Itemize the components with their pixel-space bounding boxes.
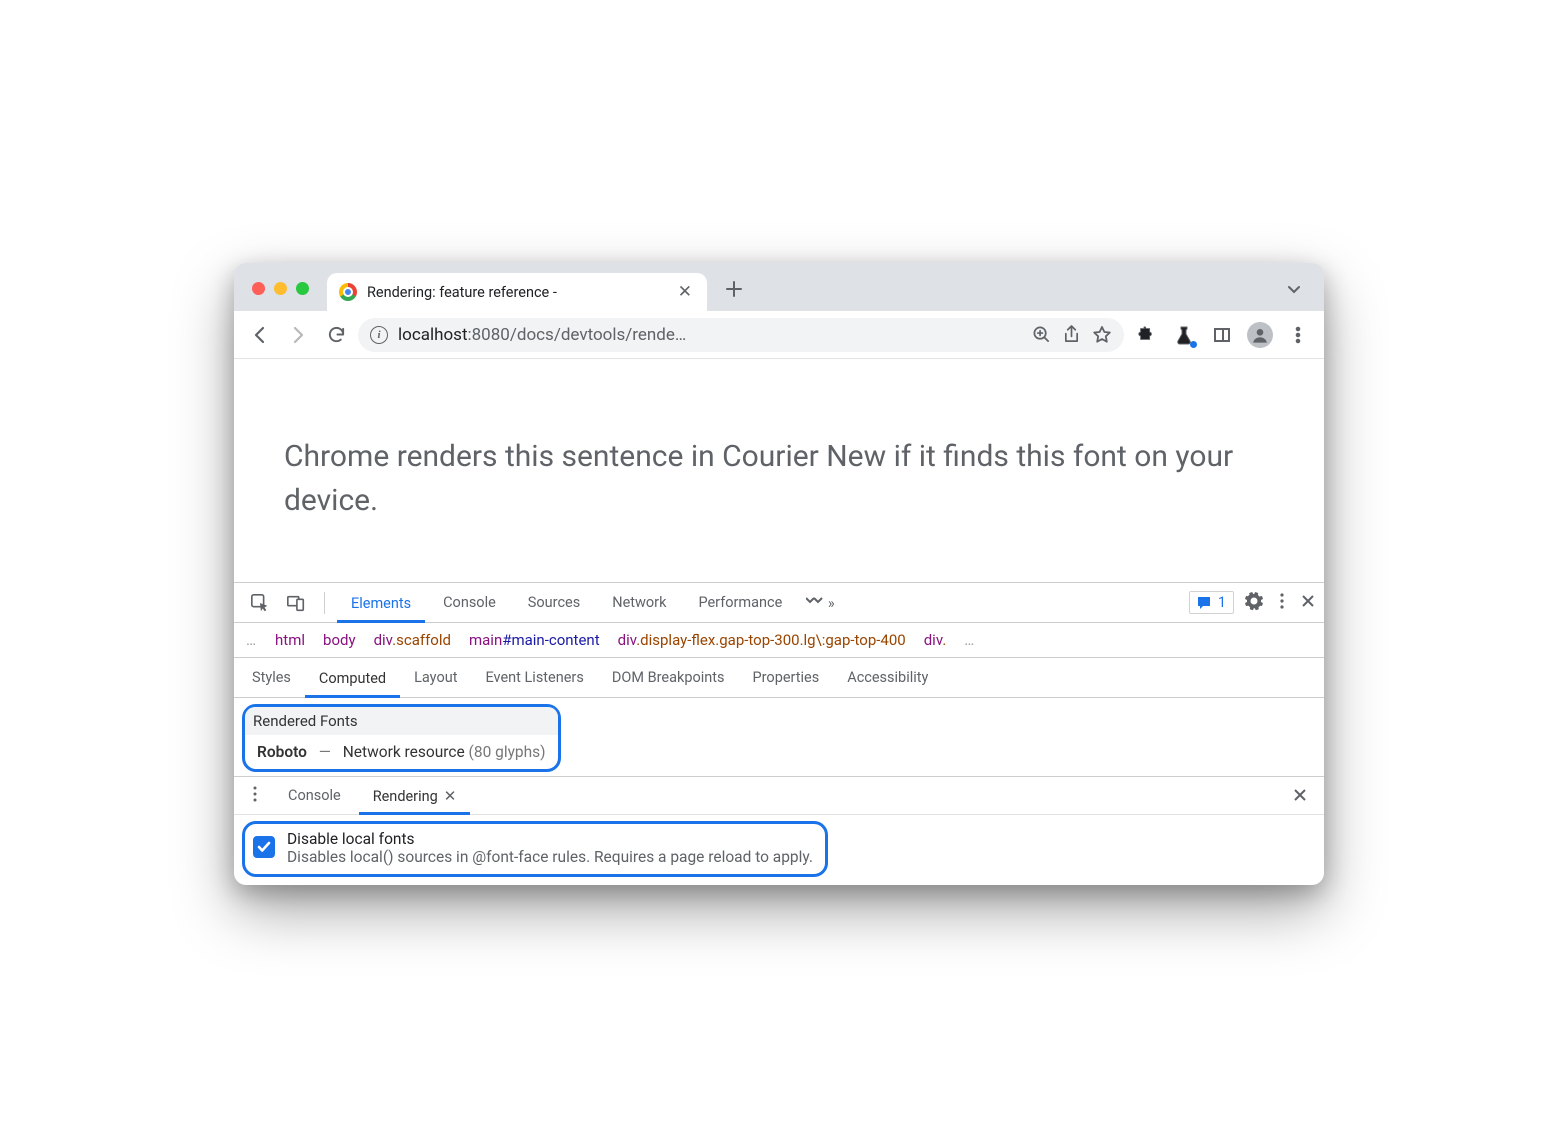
back-button[interactable] [244, 319, 276, 351]
subtab-styles[interactable]: Styles [238, 658, 305, 697]
chrome-favicon-icon [339, 283, 357, 301]
devtools-settings-button[interactable] [1244, 591, 1264, 615]
elements-breadcrumb[interactable]: … html body div.scaffold main#main-conte… [234, 623, 1324, 658]
tab-strip: Rendering: feature reference - ✕ [234, 263, 1324, 311]
option-description: Disables local() sources in @font-face r… [287, 848, 813, 866]
breadcrumb-item[interactable]: div. [924, 631, 947, 649]
browser-window: Rendering: feature reference - ✕ i local… [234, 263, 1324, 885]
disable-local-fonts-checkbox[interactable] [253, 836, 275, 858]
breadcrumb-item[interactable]: div.scaffold [374, 631, 451, 649]
page-viewport: Chrome renders this sentence in Courier … [234, 359, 1324, 582]
avatar-icon [1247, 322, 1273, 348]
subtab-properties[interactable]: Properties [739, 658, 834, 697]
devtools-tab-performance[interactable]: Performance [684, 583, 796, 622]
subtab-accessibility[interactable]: Accessibility [833, 658, 942, 697]
breadcrumb-item[interactable]: main#main-content [469, 631, 600, 649]
subtab-dom-breakpoints[interactable]: DOM Breakpoints [598, 658, 739, 697]
devtools-more-tabs-button[interactable]: » [800, 594, 840, 612]
demo-sentence: Chrome renders this sentence in Courier … [284, 435, 1274, 522]
bookmark-star-icon[interactable] [1092, 325, 1112, 345]
tab-close-button[interactable]: ✕ [675, 282, 695, 302]
profile-button[interactable] [1244, 319, 1276, 351]
maximize-window-button[interactable] [296, 282, 309, 295]
drawer-tabs: Console Rendering ✕ [234, 777, 1324, 815]
issues-count: 1 [1218, 594, 1226, 611]
devtools-tab-console[interactable]: Console [429, 583, 510, 622]
drawer-close-button[interactable] [1282, 784, 1318, 808]
devtools-toolbar: Elements Console Sources Network Perform… [234, 583, 1324, 623]
subtab-layout[interactable]: Layout [400, 658, 471, 697]
breadcrumb-ellipsis-icon[interactable]: … [246, 631, 257, 649]
devtools-panel: Elements Console Sources Network Perform… [234, 582, 1324, 877]
browser-toolbar: i localhost:8080/docs/devtools/rende… [234, 311, 1324, 359]
rendered-fonts-row: Roboto — Network resource (80 glyphs) [245, 735, 558, 769]
drawer-tab-rendering[interactable]: Rendering ✕ [359, 778, 471, 815]
option-title: Disable local fonts [287, 830, 813, 848]
device-toolbar-button[interactable] [280, 587, 312, 619]
tab-title: Rendering: feature reference - [367, 284, 665, 301]
close-window-button[interactable] [252, 282, 265, 295]
devtools-tab-network[interactable]: Network [598, 583, 680, 622]
address-bar[interactable]: i localhost:8080/docs/devtools/rende… [358, 318, 1124, 352]
new-tab-button[interactable] [717, 272, 751, 306]
devtools-tab-elements[interactable]: Elements [337, 584, 425, 623]
tab-search-button[interactable] [1280, 275, 1308, 303]
extensions-button[interactable] [1130, 319, 1162, 351]
subtab-event-listeners[interactable]: Event Listeners [471, 658, 597, 697]
devtools-drawer: Console Rendering ✕ Disable local fonts … [234, 776, 1324, 877]
drawer-tab-console[interactable]: Console [274, 777, 355, 814]
forward-button[interactable] [282, 319, 314, 351]
chrome-menu-button[interactable] [1282, 319, 1314, 351]
labs-button[interactable] [1168, 319, 1200, 351]
breadcrumb-item[interactable]: body [323, 631, 356, 649]
drawer-menu-button[interactable] [240, 785, 270, 807]
reload-button[interactable] [320, 319, 352, 351]
inspect-element-button[interactable] [244, 587, 276, 619]
font-glyph-count: (80 glyphs) [469, 743, 546, 761]
subtab-computed[interactable]: Computed [305, 659, 400, 698]
site-info-icon[interactable]: i [370, 326, 388, 344]
elements-subtabs: Styles Computed Layout Event Listeners D… [234, 658, 1324, 698]
devtools-tab-sources[interactable]: Sources [514, 583, 594, 622]
window-controls [252, 282, 309, 295]
zoom-icon[interactable] [1032, 325, 1051, 344]
browser-tab[interactable]: Rendering: feature reference - ✕ [327, 273, 707, 311]
breadcrumb-ellipsis-icon[interactable]: … [964, 631, 975, 649]
minimize-window-button[interactable] [274, 282, 287, 295]
breadcrumb-item[interactable]: div.display-flex.gap-top-300.lg\:gap-top… [618, 631, 906, 649]
issues-badge[interactable]: 1 [1189, 591, 1234, 614]
share-icon[interactable] [1063, 325, 1080, 344]
breadcrumb-item[interactable]: html [275, 631, 305, 649]
disable-local-fonts-option: Disable local fonts Disables local() sou… [242, 821, 828, 877]
rendered-fonts-section: Rendered Fonts Roboto — Network resource… [242, 704, 561, 772]
url-text: localhost:8080/docs/devtools/rende… [398, 325, 686, 345]
close-icon[interactable]: ✕ [444, 787, 457, 805]
side-panel-button[interactable] [1206, 319, 1238, 351]
rendered-fonts-heading: Rendered Fonts [245, 707, 558, 735]
font-family: Roboto [257, 743, 307, 761]
devtools-close-button[interactable] [1300, 593, 1316, 613]
devtools-menu-button[interactable] [1274, 592, 1290, 614]
font-source: Network resource [343, 743, 465, 761]
